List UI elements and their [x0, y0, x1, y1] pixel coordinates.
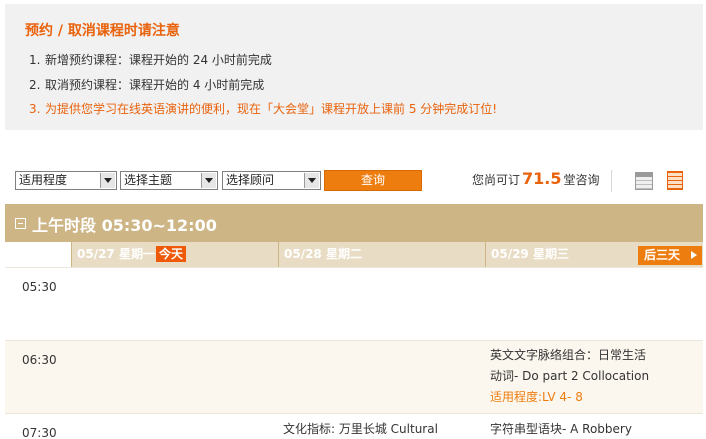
collapse-icon[interactable] — [15, 218, 26, 229]
chevron-down-icon[interactable] — [304, 173, 319, 188]
chevron-down-icon[interactable] — [100, 173, 115, 188]
course-slot[interactable]: 字符串型语块- A Robbery — [490, 419, 632, 439]
consultant-select[interactable]: 选择顾问 — [222, 171, 321, 190]
course-slot[interactable]: 英文文字脉络组合：日常生活 动词- Do part 2 Collocation … — [490, 345, 649, 408]
notice-title: 预约 / 取消课程时请注意 — [25, 23, 180, 39]
course-title: 文化指标: 万里长城 Cultural — [283, 422, 438, 436]
filter-toolbar: 适用程度 选择主题 选择顾问 查询 您尚可订 71.5 堂咨询 — [5, 160, 703, 200]
day-label: 05/28 星期二 — [284, 247, 362, 261]
credit-suffix: 堂咨询 — [563, 173, 600, 187]
course-level: 适用程度:LV 4- 8 — [490, 390, 583, 404]
topic-select-value: 选择主题 — [124, 173, 173, 187]
course-title: 字符串型语块- A Robbery — [490, 422, 632, 436]
query-button[interactable]: 查询 — [324, 170, 422, 191]
notice-item-number: 3. — [29, 102, 41, 116]
notice-item-highlight: 3. 为提供您学习在线英语演讲的便利，现在「大会堂」课程开放上课前 5 分钟完成订… — [29, 97, 497, 122]
chevron-down-icon[interactable] — [201, 173, 216, 188]
remaining-credits: 您尚可订 71.5 堂咨询 — [472, 169, 600, 188]
topic-select[interactable]: 选择主题 — [120, 171, 218, 190]
notice-list: 1. 新增预约课程：课程开始的 24 小时前完成 2. 取消预约课程：课程开始的 4… — [29, 48, 497, 122]
time-row: 05:30 — [5, 267, 703, 340]
course-subtitle: 动词- Do part 2 Collocation — [490, 369, 650, 383]
time-label: 05:30 — [22, 280, 57, 294]
day-header-monday: 05/27 星期一 今天 — [71, 242, 278, 267]
today-badge: 今天 — [155, 246, 186, 262]
notice-item-text: 取消预约课程：课程开始的 4 小时前完成 — [45, 77, 265, 92]
period-title: 上午时段 05:30~12:00 — [32, 216, 217, 235]
credit-prefix: 您尚可订 — [472, 173, 521, 187]
level-select-value: 适用程度 — [19, 173, 68, 187]
notice-item-text: 新增预约课程：课程开始的 24 小时前完成 — [45, 53, 272, 67]
day-label: 05/29 星期三 — [491, 247, 569, 261]
course-slot[interactable]: 文化指标: 万里长城 Cultural — [283, 419, 438, 439]
day-header-row: 05/27 星期一 今天 05/28 星期二 05/29 星期三 后三天 — [5, 242, 703, 267]
notice-item: 2. 取消预约课程：课程开始的 4 小时前完成 — [29, 73, 497, 98]
time-row: 07:30 文化指标: 万里长城 Cultural 字符串型语块- A Robb… — [5, 413, 703, 439]
toolbar-divider — [611, 170, 612, 192]
notice-item-number: 1. — [29, 53, 41, 67]
list-icon[interactable] — [667, 171, 683, 190]
time-label: 07:30 — [22, 426, 57, 439]
notice-item-text: 为提供您学习在线英语演讲的便利，现在「大会堂」课程开放上课前 5 分钟完成订位! — [45, 102, 498, 116]
course-title: 英文文字脉络组合：日常生活 — [490, 348, 647, 362]
consultant-select-value: 选择顾问 — [226, 173, 275, 187]
day-header-tuesday: 05/28 星期二 — [278, 242, 485, 267]
time-label: 06:30 — [22, 353, 57, 367]
booking-notice: 预约 / 取消课程时请注意 1. 新增预约课程：课程开始的 24 小时前完成 2.… — [5, 4, 703, 130]
credit-value: 71.5 — [522, 169, 562, 188]
day-label: 05/27 星期一 — [77, 247, 155, 261]
level-select[interactable]: 适用程度 — [15, 171, 117, 190]
time-row: 06:30 英文文字脉络组合：日常生活 动词- Do part 2 Colloc… — [5, 340, 703, 413]
next-three-days-button[interactable]: 后三天 — [638, 246, 702, 265]
notice-item-number: 2. — [29, 77, 41, 92]
notice-item: 1. 新增预约课程：课程开始的 24 小时前完成 — [29, 48, 497, 73]
period-header[interactable]: 上午时段 05:30~12:00 — [5, 204, 703, 242]
calendar-icon[interactable] — [635, 172, 653, 190]
